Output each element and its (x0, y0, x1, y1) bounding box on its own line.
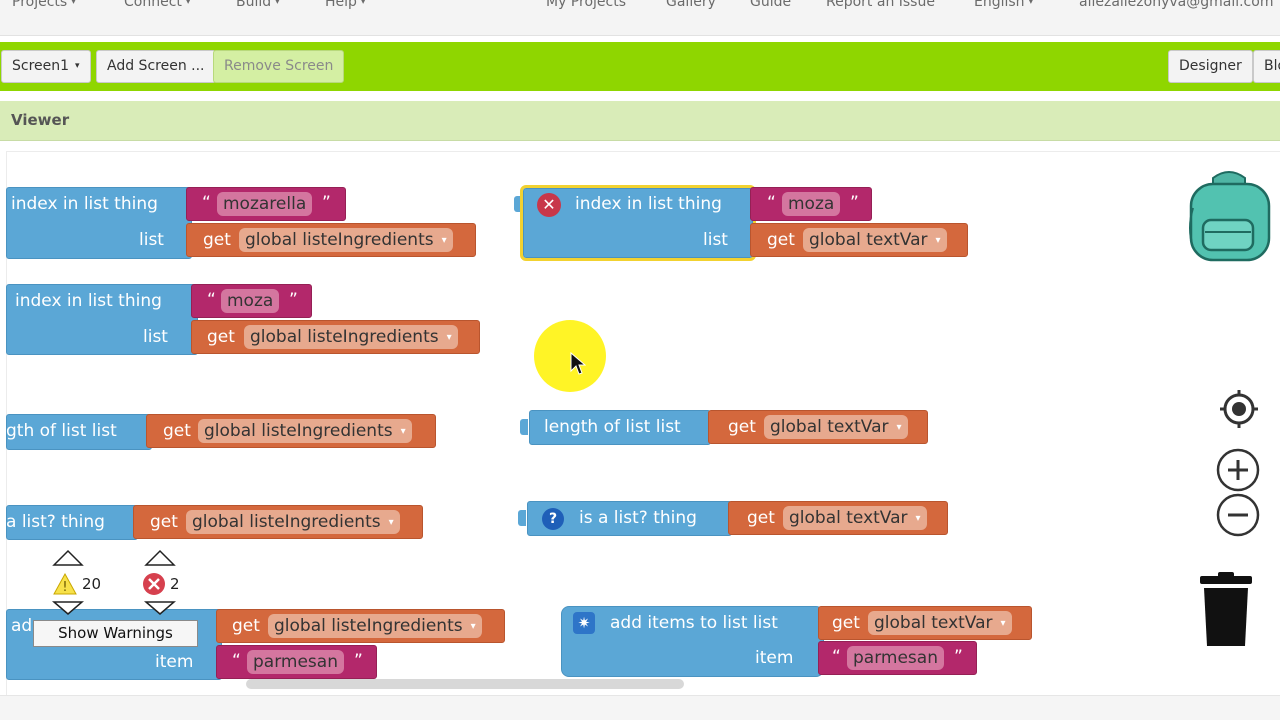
text-value[interactable]: parmesan (847, 646, 944, 670)
variable-dropdown[interactable]: global textVar ▾ (868, 611, 1012, 635)
variable-dropdown[interactable]: global textVar ▾ (803, 228, 947, 252)
zoom-in-icon[interactable] (1216, 448, 1260, 492)
variable-dropdown[interactable]: global textVar ▾ (764, 415, 908, 439)
nav-build[interactable]: Build ▾ (236, 0, 280, 10)
svg-text:!: ! (62, 580, 67, 595)
nav-help[interactable]: Help ▾ (325, 0, 365, 10)
add-screen-button[interactable]: Add Screen ... (96, 50, 216, 83)
text-value[interactable]: moza (221, 289, 280, 313)
error-next-arrow-icon[interactable] (144, 600, 176, 616)
warning-prev-arrow-icon[interactable] (52, 549, 84, 567)
target-icon[interactable] (1218, 388, 1260, 430)
bottom-bar (0, 695, 1280, 720)
text-value[interactable]: moza (782, 192, 841, 216)
designer-button[interactable]: Designer (1168, 50, 1253, 83)
trash-icon[interactable] (1196, 572, 1256, 650)
variable-dropdown[interactable]: global listeIngredients ▾ (186, 510, 400, 534)
help-icon[interactable]: ? (542, 508, 564, 530)
screen-select[interactable]: Screen1 ▾ (1, 50, 91, 83)
top-nav: Projects ▾ Connect ▾ Build ▾ Help ▾ My Proje… (0, 0, 1280, 36)
text-value[interactable]: mozarella (217, 192, 313, 216)
error-icon[interactable]: ✕ (537, 193, 561, 217)
remove-screen-button[interactable]: Remove Screen (213, 50, 345, 83)
mouse-pointer-icon (570, 352, 586, 375)
gear-icon[interactable]: ✷ (573, 612, 595, 634)
error-prev-arrow-icon[interactable] (144, 549, 176, 567)
warning-count: 20 (82, 575, 102, 593)
zoom-out-icon[interactable] (1216, 493, 1260, 537)
nav-language[interactable]: English ▾ (974, 0, 1033, 10)
viewer-title: Viewer (11, 111, 70, 129)
variable-dropdown[interactable]: global listeIngredients ▾ (239, 228, 453, 252)
horizontal-scrollbar[interactable] (246, 679, 684, 689)
warning-triangle-icon: ! (53, 573, 77, 595)
nav-account[interactable]: allezallezonyva@gmail.com (1079, 0, 1273, 10)
warning-next-arrow-icon[interactable] (52, 600, 84, 616)
variable-dropdown[interactable]: global listeIngredients ▾ (198, 419, 412, 443)
nav-connect[interactable]: Connect ▾ (124, 0, 190, 10)
backpack-icon[interactable] (1183, 168, 1275, 264)
show-warnings-button[interactable]: Show Warnings (33, 620, 198, 647)
variable-dropdown[interactable]: global listeIngredients ▾ (268, 614, 482, 638)
nav-projects[interactable]: Projects ▾ (12, 0, 76, 10)
nav-gallery[interactable]: Gallery (666, 0, 716, 10)
screen-toolbar: Screen1 ▾ Add Screen ... Remove Screen De… (0, 42, 1280, 91)
error-circle-icon (143, 573, 165, 595)
viewer-header: Viewer (0, 101, 1280, 141)
error-count: 2 (170, 575, 180, 593)
nav-report-issue[interactable]: Report an Issue (826, 0, 935, 10)
variable-dropdown[interactable]: global textVar ▾ (783, 506, 927, 530)
variable-dropdown[interactable]: global listeIngredients ▾ (244, 325, 458, 349)
nav-guide[interactable]: Guide (750, 0, 791, 10)
nav-my-projects[interactable]: My Projects (546, 0, 626, 10)
text-value[interactable]: parmesan (247, 650, 344, 674)
blocks-button[interactable]: Blo (1253, 50, 1280, 83)
